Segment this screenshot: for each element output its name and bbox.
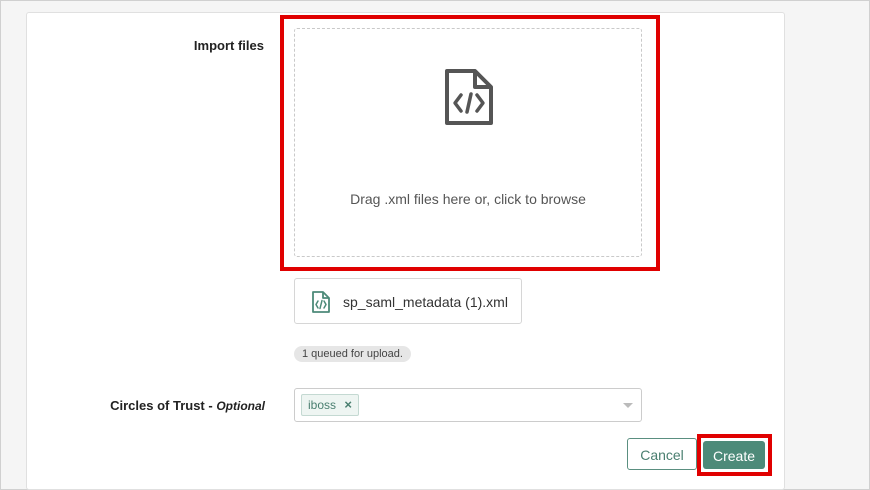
cancel-button[interactable]: Cancel: [627, 438, 697, 470]
circles-of-trust-text: Circles of Trust -: [110, 398, 213, 413]
optional-marker: Optional: [216, 399, 265, 413]
queued-file-name: sp_saml_metadata (1).xml: [343, 294, 508, 310]
xml-code-file-icon: [312, 291, 330, 313]
queued-file-item[interactable]: sp_saml_metadata (1).xml: [294, 278, 522, 324]
queued-status-badge: 1 queued for upload.: [294, 346, 411, 362]
chevron-down-icon[interactable]: [623, 403, 633, 408]
xml-code-file-icon: [445, 69, 493, 125]
circles-of-trust-select[interactable]: iboss ×: [294, 388, 642, 422]
import-files-label: Import files: [193, 38, 264, 53]
dropzone-hint: Drag .xml files here or, click to browse: [350, 191, 586, 207]
circles-of-trust-label: Circles of Trust - Optional: [71, 398, 265, 413]
selected-tag-iboss: iboss ×: [301, 394, 360, 416]
file-dropzone[interactable]: Drag .xml files here or, click to browse: [294, 28, 642, 257]
tag-label: iboss: [308, 398, 337, 412]
window-frame: Import files Drag .xml files here or, cl…: [0, 0, 870, 490]
create-button[interactable]: Create: [703, 441, 765, 469]
remove-tag-icon[interactable]: ×: [344, 395, 352, 415]
